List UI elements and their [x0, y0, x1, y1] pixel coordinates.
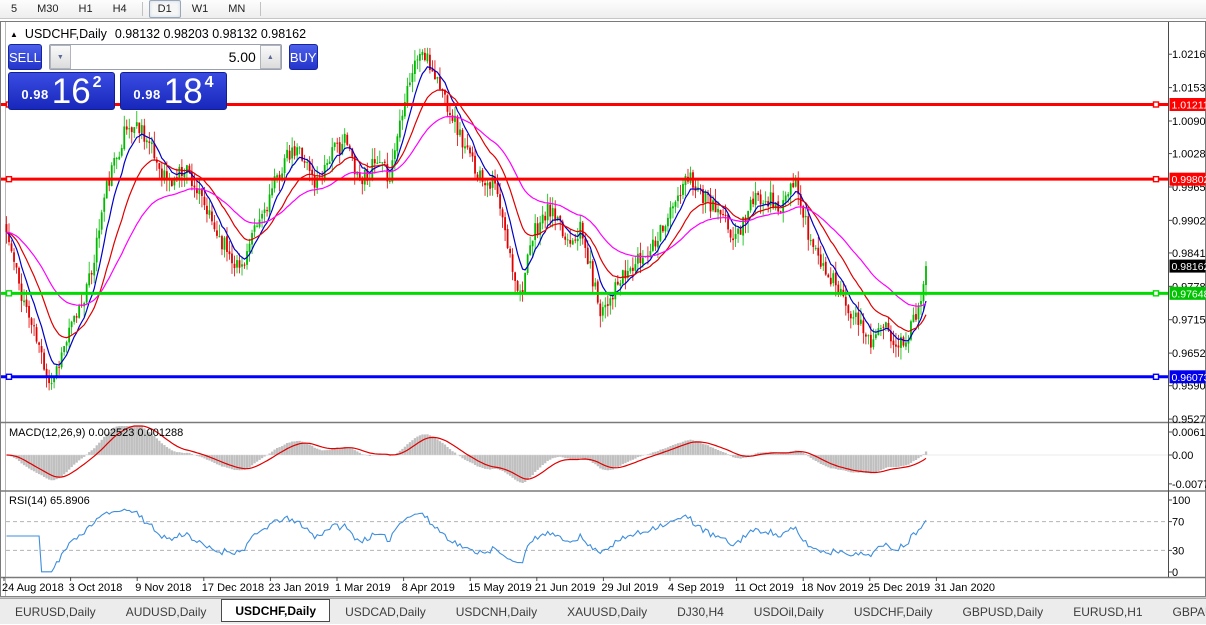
- sell-price-big: 16: [52, 76, 91, 107]
- timeframe-button-5[interactable]: 5: [2, 0, 26, 18]
- date-tick-label: 31 Jan 2020: [934, 582, 995, 594]
- timeframe-button-m30[interactable]: M30: [28, 0, 67, 18]
- buy-price-big: 18: [164, 76, 203, 107]
- date-tick-label: 11 Oct 2019: [735, 582, 794, 594]
- price-highlight-label: 1.01211: [1172, 100, 1206, 112]
- date-tick-label: 4 Sep 2019: [668, 582, 724, 594]
- rsi-tick-label: 70: [1172, 517, 1184, 529]
- chart-tab-usdchf-daily[interactable]: USDCHF,Daily: [839, 599, 948, 625]
- timeframe-button-h4[interactable]: H4: [104, 0, 136, 18]
- date-tick-label: 25 Dec 2019: [868, 582, 930, 594]
- volume-spinner: ▼ ▲: [49, 44, 282, 70]
- volume-increase-button[interactable]: ▲: [260, 45, 281, 69]
- timeframe-button-w1[interactable]: W1: [183, 0, 218, 18]
- date-tick-label: 17 Dec 2018: [202, 582, 264, 594]
- chart-tab-gbpaud-h1[interactable]: GBPAUD,H1: [1158, 599, 1206, 625]
- timeframe-toolbar: 5M30H1H4 D1W1MN: [0, 0, 1206, 19]
- buy-price-prefix: 0.98: [133, 87, 160, 102]
- date-tick-label: 18 Nov 2019: [801, 582, 863, 594]
- macd-tick-label: 0.00: [1172, 450, 1193, 462]
- line-handle[interactable]: [1154, 177, 1159, 182]
- date-tick-label: 15 May 2019: [468, 582, 532, 594]
- line-handle[interactable]: [7, 374, 12, 379]
- price-tick-label: 1.01530: [1172, 83, 1206, 95]
- sell-price-prefix: 0.98: [21, 87, 48, 102]
- date-tick-label: 9 Nov 2018: [135, 582, 191, 594]
- line-handle[interactable]: [1154, 374, 1159, 379]
- line-handle[interactable]: [7, 291, 12, 296]
- collapse-panel-arrow-icon[interactable]: ▲: [10, 30, 18, 39]
- price-highlight-label: 0.96073: [1172, 372, 1206, 384]
- line-handle[interactable]: [7, 177, 12, 182]
- chart-tab-usdchf-daily[interactable]: USDCHF,Daily: [221, 599, 330, 622]
- sell-price-pipette: 2: [93, 74, 102, 92]
- timeframe-button-d1[interactable]: D1: [149, 0, 181, 18]
- price-highlight-label: 0.98162: [1172, 261, 1206, 273]
- macd-tick-label: -0.00774: [1172, 479, 1206, 491]
- chart-tab-audusd-daily[interactable]: AUDUSD,Daily: [111, 599, 222, 625]
- chart-title-symbol: USDCHF,Daily: [25, 27, 107, 41]
- chart-tab-dj30-h4[interactable]: DJ30,H4: [662, 599, 739, 625]
- one-click-trading-panel: SELL ▼ ▲ BUY 0.98 16 2 0.98 18 4: [8, 44, 227, 110]
- chart-tab-xauusd-daily[interactable]: XAUUSD,Daily: [552, 599, 662, 625]
- timeframe-button-h1[interactable]: H1: [70, 0, 102, 18]
- triangle-up-icon: ▲: [267, 54, 274, 61]
- price-highlight-label: 0.97648: [1172, 288, 1206, 300]
- rsi-tick-label: 100: [1172, 495, 1190, 507]
- chart-title: ▲ USDCHF,Daily 0.98132 0.98203 0.98132 0…: [10, 27, 306, 41]
- price-tick-label: 0.95275: [1172, 414, 1206, 426]
- date-tick-label: 21 Jun 2019: [535, 582, 596, 594]
- date-tick-label: 24 Aug 2018: [2, 582, 64, 594]
- toolbar-separator: [142, 2, 143, 16]
- chart-tab-usdcad-daily[interactable]: USDCAD,Daily: [330, 599, 441, 625]
- chart-title-ohlc: 0.98132 0.98203 0.98132 0.98162: [115, 27, 306, 41]
- date-tick-label: 29 Jul 2019: [601, 582, 658, 594]
- price-tick-label: 1.00285: [1172, 149, 1206, 161]
- price-tick-label: 0.99025: [1172, 215, 1206, 227]
- buy-price-display[interactable]: 0.98 18 4: [120, 72, 227, 110]
- volume-input[interactable]: [71, 45, 260, 69]
- buy-button[interactable]: BUY: [289, 44, 318, 70]
- sell-price-display[interactable]: 0.98 16 2: [8, 72, 115, 110]
- rsi-label: RSI(14) 65.8906: [9, 495, 90, 507]
- chart-tab-eurusd-h1[interactable]: EURUSD,H1: [1058, 599, 1157, 625]
- chart-tab-usdcnh-daily[interactable]: USDCNH,Daily: [441, 599, 552, 625]
- sell-button[interactable]: SELL: [8, 44, 42, 70]
- date-tick-label: 8 Apr 2019: [402, 582, 455, 594]
- price-tick-label: 0.97150: [1172, 315, 1206, 327]
- date-tick-label: 3 Oct 2018: [69, 582, 123, 594]
- chart-tab-bar: EURUSD,DailyAUDUSD,DailyUSDCHF,DailyUSDC…: [0, 598, 1206, 624]
- rsi-tick-label: 30: [1172, 545, 1184, 557]
- chart-tab-eurusd-daily[interactable]: EURUSD,Daily: [0, 599, 111, 625]
- date-tick-label: 1 Mar 2019: [335, 582, 391, 594]
- triangle-down-icon: ▼: [57, 54, 64, 61]
- price-tick-label: 0.96520: [1172, 348, 1206, 360]
- macd-tick-label: 0.006166: [1172, 427, 1206, 439]
- price-highlight-label: 0.99802: [1172, 174, 1206, 186]
- line-handle[interactable]: [1154, 102, 1159, 107]
- line-handle[interactable]: [1154, 291, 1159, 296]
- macd-label: MACD(12,26,9) 0.002523 0.001288: [9, 427, 183, 439]
- rsi-tick-label: 0: [1172, 567, 1178, 579]
- toolbar-separator: [260, 2, 261, 16]
- price-tick-label: 1.02160: [1172, 49, 1206, 61]
- buy-price-pipette: 4: [205, 74, 214, 92]
- price-tick-label: 1.00900: [1172, 116, 1206, 128]
- date-tick-label: 23 Jan 2019: [268, 582, 329, 594]
- volume-decrease-button[interactable]: ▼: [50, 45, 71, 69]
- chart-tab-usdoil-daily[interactable]: USDOil,Daily: [739, 599, 839, 625]
- chart-tab-gbpusd-daily[interactable]: GBPUSD,Daily: [948, 599, 1059, 625]
- timeframe-button-mn[interactable]: MN: [219, 0, 254, 18]
- price-tick-label: 0.98410: [1172, 248, 1206, 260]
